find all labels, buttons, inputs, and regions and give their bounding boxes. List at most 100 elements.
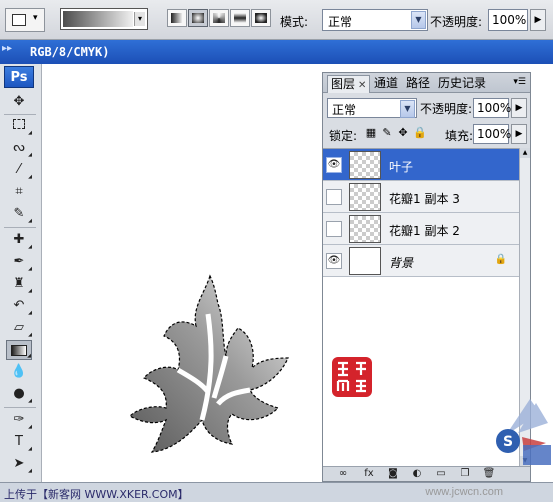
lock-icon: 🔒 bbox=[494, 254, 507, 265]
lock-position-icon[interactable]: ✥ bbox=[397, 127, 409, 139]
seal-stamp-image bbox=[332, 357, 372, 397]
move-tool[interactable]: ✥ bbox=[6, 92, 32, 112]
linear-gradient-icon bbox=[171, 13, 183, 23]
opacity-slider-button[interactable]: ▶ bbox=[530, 9, 546, 31]
new-layer-icon[interactable]: ❐ bbox=[457, 467, 473, 481]
path-selection-tool[interactable]: ➤ ◢ bbox=[6, 454, 32, 474]
gradient-tool[interactable]: ◢ bbox=[6, 340, 32, 360]
blur-tool[interactable]: 💧 bbox=[6, 362, 32, 382]
status-text: 上传于【新客网 WWW.XKER.COM】 bbox=[4, 488, 189, 501]
radial-gradient-icon bbox=[192, 13, 204, 23]
layer-name: 花瓣1 副本 2 bbox=[389, 224, 460, 238]
fill-label: 填充: bbox=[445, 129, 474, 143]
tab-layers[interactable]: 图层 ✕ bbox=[327, 75, 371, 93]
tool-preset-picker[interactable]: ▾ bbox=[5, 8, 45, 32]
layer-style-icon[interactable]: fx bbox=[361, 467, 377, 481]
fill-input[interactable]: 100% bbox=[473, 124, 511, 144]
history-brush-tool[interactable]: ↶ ◢ bbox=[6, 296, 32, 316]
linear-gradient-button[interactable] bbox=[167, 9, 187, 27]
brush-tool[interactable]: ✒ ◢ bbox=[6, 252, 32, 272]
gradient-icon bbox=[11, 345, 27, 356]
adjustment-layer-icon[interactable]: ◐ bbox=[409, 467, 425, 481]
pen-tool[interactable]: ✑ ◢ bbox=[6, 410, 32, 430]
toolbox: Ps ✥ ◢ ᔓ ◢ ⁄ ◢ ⌗ ✎ ◢ ✚ ◢ ✒ ◢ ♜ ◢ ↶ ◢ ▱ ◢ ◢ 💧 ● ◢ … bbox=[0, 64, 42, 482]
lasso-tool[interactable]: ᔓ ◢ bbox=[6, 138, 32, 158]
document-title: RGB/8/CMYK) bbox=[30, 45, 110, 59]
add-mask-icon[interactable]: ◙ bbox=[385, 467, 401, 481]
eraser-tool[interactable]: ▱ ◢ bbox=[6, 318, 32, 338]
layer-row-petal-copy-3[interactable]: 花瓣1 副本 3 bbox=[323, 181, 519, 213]
scroll-up-icon[interactable]: ▲ bbox=[520, 148, 530, 158]
type-tool[interactable]: T ◢ bbox=[6, 432, 32, 452]
watermark-url: www.jcwcn.com bbox=[425, 486, 503, 498]
eye-icon[interactable]: 👁 bbox=[326, 157, 342, 173]
marquee-tool[interactable]: ◢ bbox=[6, 116, 32, 136]
healing-brush-tool[interactable]: ✚ ◢ bbox=[6, 230, 32, 250]
lock-label: 锁定: bbox=[329, 129, 358, 143]
layer-opacity-slider-button[interactable]: ▶ bbox=[511, 98, 527, 118]
status-bar: 上传于【新客网 WWW.XKER.COM】 www.jcwcn.com bbox=[0, 482, 553, 502]
lock-all-icon[interactable]: 🔒 bbox=[413, 127, 427, 139]
chevron-down-icon: ▼ bbox=[411, 11, 426, 29]
visibility-toggle[interactable] bbox=[326, 221, 342, 237]
tool-separator bbox=[4, 114, 36, 115]
layer-row-background[interactable]: 👁 背景 🔒 bbox=[323, 245, 519, 277]
gradient-picker[interactable]: ▾ bbox=[60, 8, 148, 30]
layer-row-petal-copy-2[interactable]: 花瓣1 副本 2 bbox=[323, 213, 519, 245]
tab-channels[interactable]: 通道 bbox=[371, 75, 401, 93]
tab-history[interactable]: 历史记录 bbox=[435, 75, 489, 93]
lock-pixels-icon[interactable]: ✎ bbox=[381, 127, 393, 139]
tool-preset-icon bbox=[12, 14, 26, 26]
marquee-icon bbox=[13, 119, 25, 129]
panel-menu-icon[interactable]: ▾☰ bbox=[513, 77, 526, 87]
magic-wand-tool[interactable]: ⁄ ◢ bbox=[6, 160, 32, 180]
chevron-down-icon: ▾ bbox=[134, 12, 145, 26]
new-group-icon[interactable]: ▭ bbox=[433, 467, 449, 481]
photoshop-logo[interactable]: Ps bbox=[4, 66, 34, 88]
layer-row-leaf[interactable]: 👁 叶子 bbox=[323, 149, 519, 181]
document-title-bar: ▸▸ RGB/8/CMYK) bbox=[0, 40, 553, 64]
options-bar: ▾ ▾ 模式: 正常 ▼ 不透明度: 100% ▶ bbox=[0, 0, 553, 40]
mode-select[interactable]: 正常 ▼ bbox=[322, 9, 428, 31]
layer-thumbnail bbox=[349, 247, 381, 275]
slice-tool[interactable]: ✎ ◢ bbox=[6, 204, 32, 224]
crop-tool[interactable]: ⌗ bbox=[6, 182, 32, 202]
visibility-toggle[interactable] bbox=[326, 189, 342, 205]
opacity-input[interactable]: 100% bbox=[488, 9, 528, 31]
gradient-preview bbox=[63, 11, 133, 27]
tool-separator bbox=[4, 407, 36, 408]
site-logo-image: S bbox=[496, 399, 551, 465]
layer-name: 花瓣1 副本 3 bbox=[389, 192, 460, 206]
angle-gradient-button[interactable] bbox=[209, 9, 229, 27]
leaf-shape bbox=[129, 274, 289, 453]
blend-mode-value: 正常 bbox=[332, 103, 357, 117]
layer-opacity-input[interactable]: 100% bbox=[473, 98, 511, 118]
tab-layers-label: 图层 bbox=[331, 77, 356, 91]
radial-gradient-button[interactable] bbox=[188, 9, 208, 27]
blend-mode-select[interactable]: 正常 ▼ bbox=[327, 98, 417, 118]
reflected-gradient-icon bbox=[234, 13, 246, 23]
reflected-gradient-button[interactable] bbox=[230, 9, 250, 27]
fill-slider-button[interactable]: ▶ bbox=[511, 124, 527, 144]
angle-gradient-icon bbox=[213, 13, 225, 23]
layer-opacity-label: 不透明度: bbox=[420, 102, 473, 116]
grip-icon[interactable]: ▸▸ bbox=[2, 43, 12, 54]
mode-label: 模式: bbox=[280, 15, 309, 29]
panel-tabs: 图层 ✕ 通道 路径 历史记录 ▾☰ bbox=[323, 73, 530, 93]
close-icon[interactable]: ✕ bbox=[358, 80, 366, 91]
chevron-down-icon: ▼ bbox=[400, 100, 415, 118]
dodge-tool[interactable]: ● ◢ bbox=[6, 384, 32, 404]
layer-name: 背景 bbox=[389, 256, 414, 270]
layer-thumbnail bbox=[349, 215, 381, 243]
diamond-gradient-button[interactable] bbox=[251, 9, 271, 27]
layer-name: 叶子 bbox=[389, 160, 414, 174]
tool-separator bbox=[4, 227, 36, 228]
clone-stamp-tool[interactable]: ♜ ◢ bbox=[6, 274, 32, 294]
mode-value: 正常 bbox=[328, 15, 353, 29]
link-layers-icon[interactable]: ∞ bbox=[335, 467, 351, 481]
chevron-down-icon: ▾ bbox=[33, 13, 38, 23]
tab-paths[interactable]: 路径 bbox=[403, 75, 433, 93]
layer-thumbnail bbox=[349, 151, 381, 179]
eye-icon[interactable]: 👁 bbox=[326, 253, 342, 269]
lock-transparency-icon[interactable]: ▦ bbox=[365, 127, 377, 139]
